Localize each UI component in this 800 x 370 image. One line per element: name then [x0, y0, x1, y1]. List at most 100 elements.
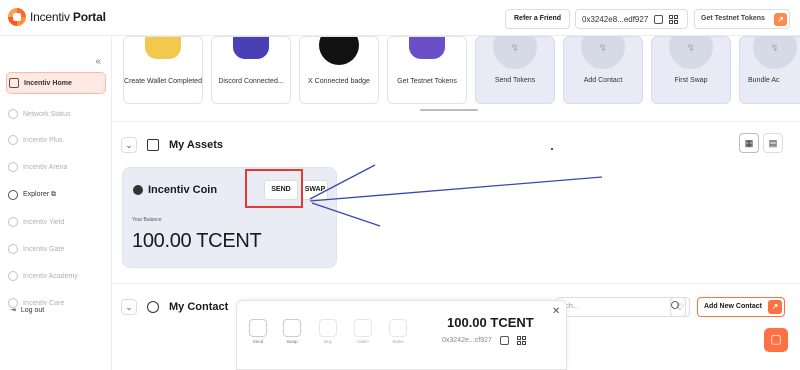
- qr-icon[interactable]: [669, 14, 679, 24]
- card-create-wallet[interactable]: Create Wallet Completed: [123, 36, 203, 104]
- grid-view-icon[interactable]: ▦: [739, 133, 759, 153]
- wallet-badge-icon: [145, 37, 181, 59]
- buy-action-icon[interactable]: [319, 319, 337, 337]
- stake-action-icon[interactable]: [389, 319, 407, 337]
- sidebar-item-academy[interactable]: Incentiv Academy: [6, 265, 106, 287]
- arrow-up-right-icon: ↗: [774, 13, 787, 26]
- favorites-button[interactable]: ♡: [670, 297, 690, 317]
- sidebar-item-label: Network Status: [23, 110, 71, 118]
- annotation-dot: [551, 148, 553, 150]
- card-add-contact[interactable]: Add Contact: [563, 36, 643, 104]
- yield-icon: [8, 217, 18, 227]
- incentiv-coin-icon: [133, 185, 143, 195]
- sidebar-item-home[interactable]: Incentiv Home: [6, 72, 106, 94]
- card-label: Send Tokens: [494, 77, 536, 84]
- card-label: First Swap: [674, 77, 708, 84]
- card-label: Create Wallet Completed: [124, 78, 202, 85]
- my-contacts-header: ⌄ My Contact: [121, 292, 228, 322]
- swap-button[interactable]: SWAP: [302, 180, 328, 200]
- locked-badge-icon: [669, 37, 713, 69]
- cards-scrollbar[interactable]: [420, 109, 478, 111]
- get-testnet-tokens-button[interactable]: Get Testnet Tokens ↗: [694, 9, 790, 29]
- sidebar-item-label: Explorer ⧉: [23, 191, 57, 198]
- card-first-swap[interactable]: First Swap: [651, 36, 731, 104]
- logo-bold: Portal: [72, 10, 106, 24]
- sidebar-item-label: Incentiv Home: [24, 79, 72, 87]
- plus-icon: [8, 135, 18, 145]
- chat-icon[interactable]: ▢: [764, 328, 788, 352]
- token-badge-icon: [409, 37, 445, 59]
- card-x-connected[interactable]: X Connected badge: [299, 36, 379, 104]
- locked-badge-icon: [581, 37, 625, 69]
- claim-action-icon[interactable]: [354, 319, 372, 337]
- assets-icon: [147, 139, 159, 151]
- divider: [112, 121, 800, 122]
- balance-value: 100.00 TCENT: [132, 230, 262, 252]
- view-toggle: ▦ ▤: [739, 133, 783, 153]
- sidebar-item-arena[interactable]: Incentiv Arena: [6, 156, 106, 178]
- card-testnet-tokens[interactable]: Get Testnet Tokens: [387, 36, 467, 104]
- wallet-address: 0x3242e8...edf927: [582, 14, 649, 24]
- sidebar-item-plus[interactable]: Incentiv Plus: [6, 129, 106, 151]
- top-bar: Incentiv Portal Refer a Friend 0x3242e8.…: [0, 0, 800, 36]
- add-contact-label: Add New Contact: [704, 303, 762, 310]
- heart-icon: ♡: [675, 302, 685, 312]
- refer-friend-button[interactable]: Refer a Friend: [505, 9, 571, 29]
- collapse-sidebar-icon[interactable]: «: [95, 56, 101, 67]
- chevron-down-icon[interactable]: ⌄: [121, 299, 137, 315]
- logout-button[interactable]: ⇥ Log out: [10, 306, 45, 315]
- card-label: Discord Connected...: [218, 78, 284, 85]
- logo-icon: [8, 8, 26, 26]
- coin-name: Incentiv Coin: [148, 184, 218, 196]
- contact-search-input[interactable]: rch...: [556, 297, 686, 317]
- action-label: Send: [252, 339, 264, 344]
- card-label: Get Testnet Tokens: [397, 78, 457, 85]
- academy-icon: [8, 271, 18, 281]
- sidebar-item-explorer[interactable]: Explorer ⧉: [6, 184, 106, 206]
- card-discord[interactable]: Discord Connected...: [211, 36, 291, 104]
- gate-icon: [8, 244, 18, 254]
- card-bundle[interactable]: Bundle Ac: [739, 36, 800, 104]
- popup-balance: 100.00 TCENT: [447, 315, 534, 330]
- wallet-popup: Send Swap Buy Claim Stake 100.00 TCENT 0…: [236, 300, 567, 370]
- action-label: Swap: [286, 339, 298, 344]
- sidebar-item-label: Incentiv Arena: [23, 163, 68, 171]
- discord-badge-icon: [233, 37, 269, 59]
- sidebar-item-network-status[interactable]: Network Status: [6, 103, 106, 125]
- send-action-icon[interactable]: [249, 319, 267, 337]
- highlight-box: [245, 169, 303, 208]
- wallet-address-box[interactable]: 0x3242e8...edf927: [575, 9, 688, 29]
- close-icon[interactable]: ✕: [552, 306, 560, 317]
- app-logo[interactable]: Incentiv Portal: [8, 8, 106, 26]
- incentiv-portal-app: Incentiv Portal Refer a Friend 0x3242e8.…: [0, 0, 800, 370]
- sidebar-item-label: Incentiv Academy: [23, 272, 78, 280]
- card-label: Bundle Ac: [748, 77, 780, 84]
- card-label: X Connected badge: [308, 78, 370, 85]
- sidebar-item-yield[interactable]: Incentiv Yield: [6, 211, 106, 233]
- copy-icon[interactable]: [499, 336, 509, 345]
- qr-icon[interactable]: [516, 336, 526, 345]
- logout-icon: ⇥: [10, 307, 16, 314]
- sidebar-item-gate[interactable]: Incentiv Gate: [6, 238, 106, 260]
- add-new-contact-button[interactable]: Add New Contact ↗: [697, 297, 785, 317]
- locked-badge-icon: [752, 37, 797, 69]
- sidebar-item-label: Incentiv Gate: [23, 245, 65, 253]
- card-send-tokens[interactable]: Send Tokens: [475, 36, 555, 104]
- logout-label: Log out: [20, 306, 45, 314]
- divider: [112, 283, 800, 284]
- arena-icon: [8, 162, 18, 172]
- swap-action-icon[interactable]: [283, 319, 301, 337]
- table-view-icon[interactable]: ▤: [763, 133, 783, 153]
- sidebar-item-label: Incentiv Yield: [23, 218, 65, 226]
- explorer-icon: [8, 190, 18, 200]
- chevron-down-icon[interactable]: ⌄: [121, 137, 137, 153]
- section-title: My Contact: [169, 301, 229, 313]
- section-title: My Assets: [169, 139, 224, 151]
- copy-icon[interactable]: [654, 14, 664, 24]
- sidebar-item-label: Incentiv Plus: [23, 136, 63, 144]
- popup-address: 0x3242e...cf927: [442, 337, 492, 344]
- card-label: Add Contact: [583, 77, 623, 84]
- x-badge-icon: [319, 37, 359, 65]
- action-label: Stake: [392, 339, 404, 344]
- home-icon: [9, 78, 19, 88]
